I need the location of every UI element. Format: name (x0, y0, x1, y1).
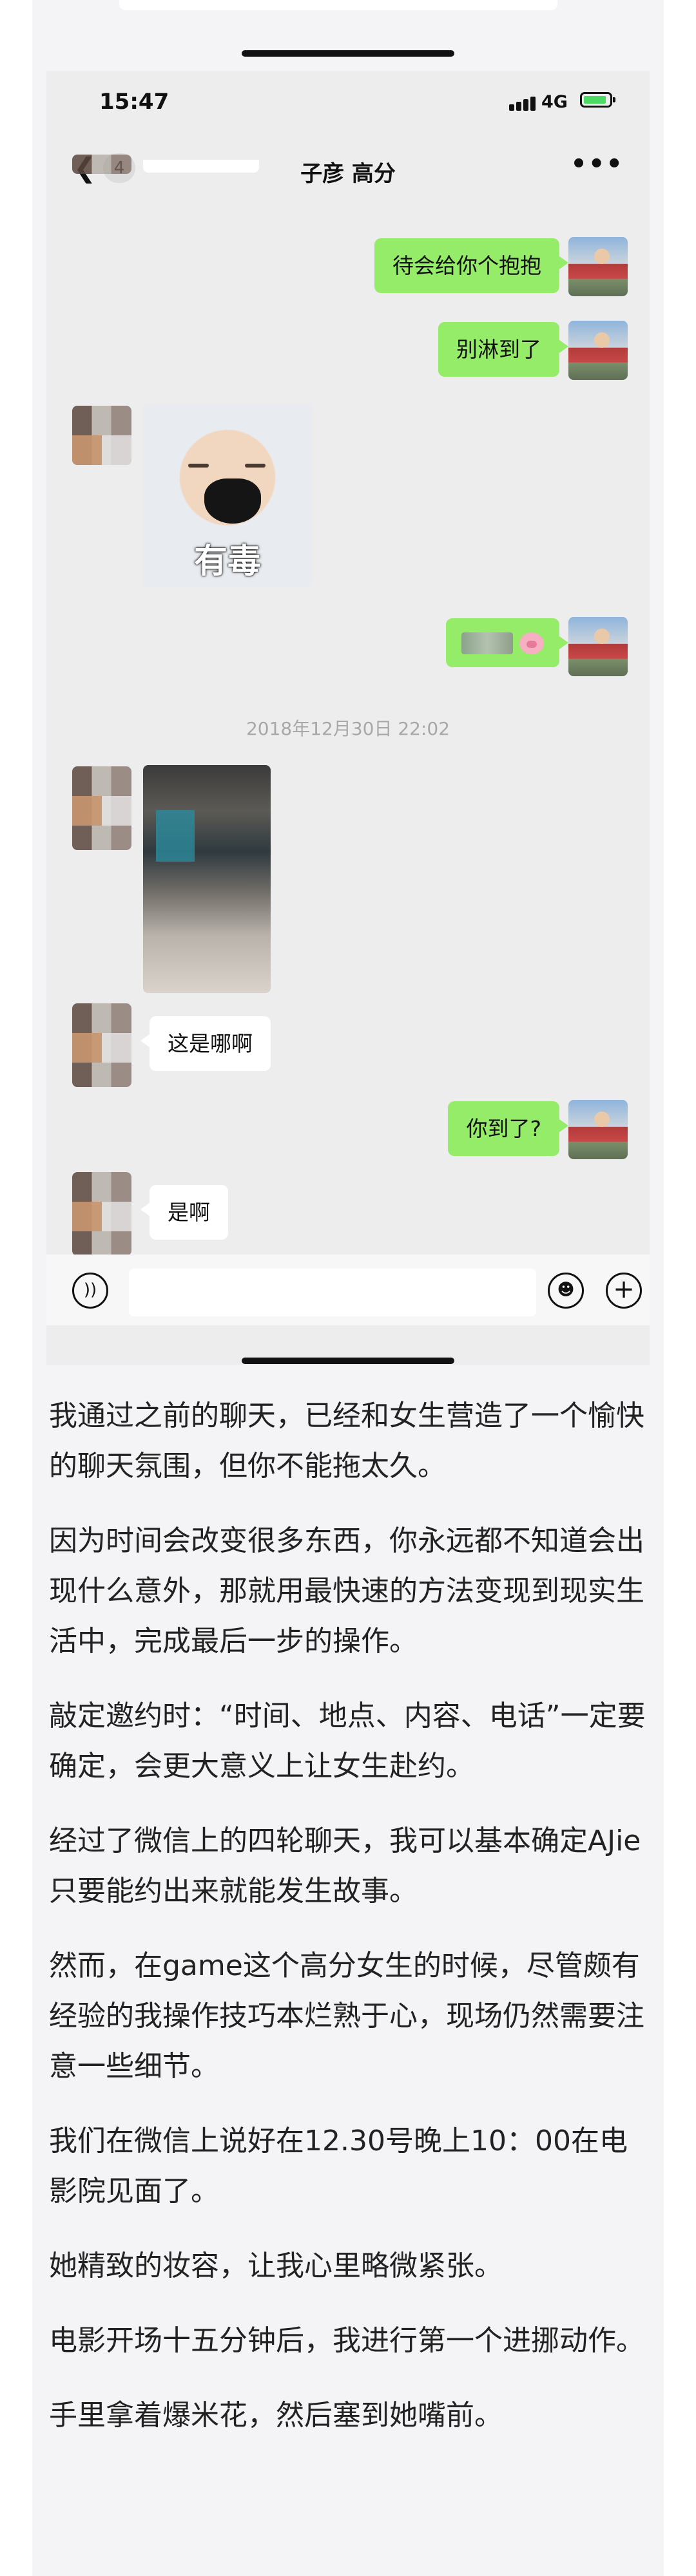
message-bubble[interactable]: 待会给你个抱抱 (374, 238, 568, 293)
chat-header: ❮ 4 子彦 高分 ••• (46, 135, 650, 193)
network-type: 4G (541, 92, 568, 112)
more-dots-icon[interactable]: ••• (570, 149, 624, 179)
sticker-image[interactable]: 有毒 (143, 404, 312, 587)
previous-screenshot-edge (119, 0, 557, 10)
article-paragraph: 然而，在game这个高分女生的时候，尽管颇有经验的我操作技巧本烂熟于心，现场仍然… (49, 1949, 644, 2083)
avatar[interactable] (568, 237, 628, 296)
message-bubble[interactable] (446, 618, 568, 667)
article-body: 我通过之前的聊天，已经和女生营造了一个愉快的聊天氛围，但你不能拖太久。 因为时间… (49, 1391, 648, 2465)
avatar[interactable] (568, 617, 628, 676)
signal-icon (509, 97, 537, 111)
voice-icon[interactable]: )) (72, 1273, 108, 1309)
chat-title: 子彦 高分 (300, 161, 396, 187)
partial-bubble (143, 160, 259, 173)
article-paragraph: 我通过之前的聊天，已经和女生营造了一个愉快的聊天氛围，但你不能拖太久。 (49, 1399, 644, 1482)
avatar[interactable] (72, 1172, 131, 1256)
message-bubble[interactable]: 别淋到了 (438, 322, 568, 377)
article-paragraph: 经过了微信上的四轮聊天，我可以基本确定AJie只要能约出来就能发生故事。 (49, 1824, 641, 1908)
avatar[interactable] (568, 1100, 628, 1159)
avatar[interactable] (568, 321, 628, 380)
message-input[interactable] (129, 1269, 536, 1316)
wechat-screenshot: 15:47 4G ❮ 4 子彦 高分 ••• 待会给你个抱抱 别淋到了 有毒 (46, 71, 650, 1365)
home-indicator (242, 50, 454, 57)
emoji-icon[interactable]: ☻ (548, 1273, 584, 1309)
message-bubble[interactable]: 你到了? (448, 1101, 568, 1156)
article-paragraph: 电影开场十五分钟后，我进行第一个进挪动作。 (49, 2324, 644, 2357)
avatar[interactable] (72, 155, 131, 174)
message-bubble[interactable]: 是啊 (140, 1185, 228, 1240)
avatar[interactable] (72, 406, 131, 465)
article-paragraph: 敲定邀约时：“时间、地点、内容、电话”一定要确定，会更大意义上让女生赴约。 (49, 1700, 646, 1783)
pig-icon (519, 632, 544, 654)
plus-icon[interactable]: + (606, 1273, 642, 1309)
article-card: 15:47 4G ❮ 4 子彦 高分 ••• 待会给你个抱抱 别淋到了 有毒 (32, 0, 664, 2576)
blurred-text (461, 632, 513, 654)
battery-icon (580, 92, 615, 108)
article-paragraph: 因为时间会改变很多东西，你永远都不知道会出现什么意外，那就用最快速的方法变现到现… (49, 1524, 644, 1658)
avatar[interactable] (72, 766, 131, 850)
article-paragraph: 手里拿着爆米花，然后塞到她嘴前。 (49, 2399, 503, 2432)
article-paragraph: 她精致的妆容，让我心里略微紧张。 (49, 2249, 503, 2282)
status-time: 15:47 (99, 89, 169, 115)
home-indicator (242, 1358, 454, 1364)
article-paragraph: 我们在微信上说好在12.30号晚上10：00在电影院见面了。 (49, 2125, 628, 2208)
chat-input-bar: )) ☻ + (46, 1255, 650, 1325)
sticker-caption: 有毒 (193, 542, 261, 581)
status-bar: 15:47 4G (46, 71, 650, 132)
photo-image[interactable] (143, 765, 271, 993)
message-bubble[interactable]: 这是哪啊 (140, 1016, 271, 1071)
timestamp: 2018年12月30日 22:02 (246, 718, 450, 739)
avatar[interactable] (72, 1003, 131, 1087)
